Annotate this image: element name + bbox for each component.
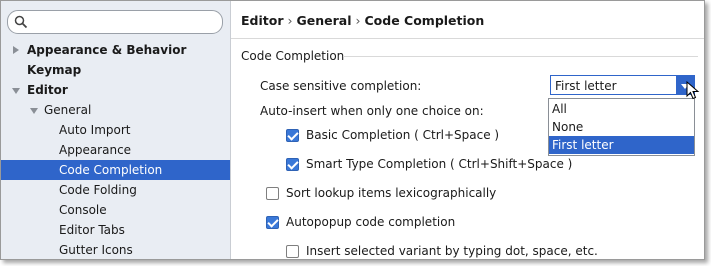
sidebar-item-label: Auto Import	[59, 123, 131, 137]
sidebar-item-label: Code Folding	[59, 183, 137, 197]
smart-completion-checkbox[interactable]	[286, 158, 299, 171]
sidebar-item-label: Code Completion	[59, 163, 163, 177]
sidebar-item-label: Appearance	[59, 143, 132, 157]
chevron-down-icon[interactable]	[12, 88, 20, 94]
sidebar-item-label: Editor	[27, 83, 68, 97]
autopopup-checkbox[interactable]	[266, 216, 279, 229]
search-input[interactable]	[7, 10, 223, 34]
settings-window: Appearance & Behavior Keymap Editor Gene…	[0, 0, 705, 260]
case-sensitive-options-popup: All None First letter	[548, 98, 695, 156]
sidebar-item-editor-tabs[interactable]: Editor Tabs	[1, 220, 230, 240]
section-title: Code Completion	[241, 49, 345, 63]
sidebar-item-label: General	[44, 103, 92, 117]
sidebar-item-code-folding[interactable]: Code Folding	[1, 180, 230, 200]
sidebar-item-appearance-behavior[interactable]: Appearance & Behavior	[1, 40, 230, 60]
insert-variant-checkbox[interactable]	[286, 245, 299, 258]
case-sensitive-select[interactable]: First letter	[550, 75, 695, 95]
search-icon	[14, 15, 28, 29]
sidebar-item-console[interactable]: Console	[1, 200, 230, 220]
sort-lookup-label[interactable]: Sort lookup items lexicographically	[286, 186, 496, 200]
breadcrumb: Editor › General › Code Completion	[241, 13, 484, 28]
case-sensitive-label: Case sensitive completion:	[260, 79, 422, 93]
option-none[interactable]: None	[549, 118, 694, 136]
basic-completion-label[interactable]: Basic Completion ( Ctrl+Space )	[306, 128, 499, 142]
breadcrumb-separator: ›	[287, 13, 293, 28]
mouse-cursor-icon	[686, 81, 700, 100]
chevron-down-icon[interactable]	[30, 108, 38, 114]
basic-completion-checkbox[interactable]	[286, 129, 299, 142]
sidebar-item-gutter-icons[interactable]: Gutter Icons	[1, 240, 230, 259]
option-first-letter[interactable]: First letter	[549, 136, 694, 154]
auto-insert-label: Auto-insert when only one choice on:	[260, 104, 484, 118]
sidebar-item-label: Console	[59, 203, 107, 217]
header-divider	[231, 38, 704, 39]
breadcrumb-general[interactable]: General	[297, 13, 352, 28]
sidebar-item-label: Editor Tabs	[59, 223, 125, 237]
sidebar-item-general[interactable]: General	[1, 100, 230, 120]
section-divider	[343, 56, 698, 57]
sidebar-item-label: Appearance & Behavior	[27, 43, 187, 57]
option-all[interactable]: All	[549, 100, 694, 118]
autopopup-label[interactable]: Autopopup code completion	[286, 215, 455, 229]
insert-variant-label[interactable]: Insert selected variant by typing dot, s…	[306, 244, 598, 258]
sort-lookup-checkbox[interactable]	[266, 187, 279, 200]
sidebar-item-label: Gutter Icons	[59, 243, 133, 257]
sidebar-item-auto-import[interactable]: Auto Import	[1, 120, 230, 140]
sidebar-item-appearance[interactable]: Appearance	[1, 140, 230, 160]
settings-main-panel: Editor › General › Code Completion Code Comp…	[231, 1, 704, 259]
sidebar-item-editor[interactable]: Editor	[1, 80, 230, 100]
breadcrumb-separator: ›	[355, 13, 361, 28]
select-value: First letter	[555, 79, 617, 93]
breadcrumb-editor[interactable]: Editor	[241, 13, 284, 28]
breadcrumb-code-completion: Code Completion	[364, 13, 485, 28]
chevron-right-icon[interactable]	[13, 46, 19, 54]
sidebar-item-keymap[interactable]: Keymap	[1, 60, 230, 80]
sidebar-item-label: Keymap	[27, 63, 82, 77]
smart-completion-label[interactable]: Smart Type Completion ( Ctrl+Shift+Space…	[306, 157, 572, 171]
settings-sidebar: Appearance & Behavior Keymap Editor Gene…	[1, 1, 231, 259]
sidebar-item-code-completion[interactable]: Code Completion	[1, 160, 230, 180]
